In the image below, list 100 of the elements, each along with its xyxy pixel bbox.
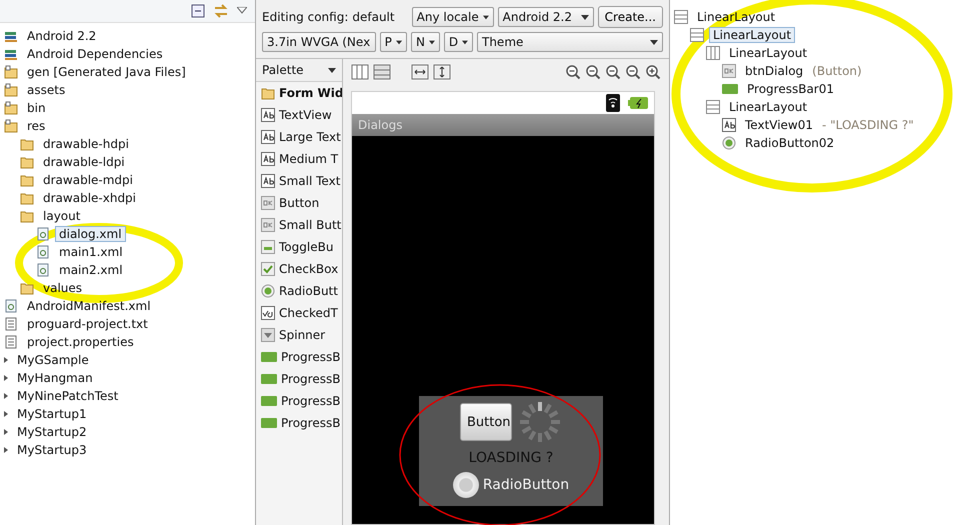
- outline-item[interactable]: ProgressBar01: [743, 81, 838, 97]
- zoom-actual-icon[interactable]: [605, 64, 621, 80]
- text-file-icon: [4, 317, 18, 331]
- text-file-icon: [4, 335, 18, 349]
- outline-item[interactable]: btnDialog: [741, 63, 808, 79]
- tree-item[interactable]: drawable-hdpi: [39, 136, 133, 152]
- tree-item[interactable]: AndroidManifest.xml: [23, 298, 155, 314]
- vertical-layout-icon: [706, 100, 720, 114]
- palette-item[interactable]: CheckedT: [279, 306, 338, 320]
- package-folder-icon: [4, 83, 18, 97]
- vertical-layout-icon: [690, 28, 704, 42]
- zoom-out-icon[interactable]: [625, 64, 641, 80]
- dialog-button[interactable]: Button: [460, 403, 512, 441]
- dropdown-caret-icon: [462, 40, 468, 44]
- palette-item[interactable]: Small Text: [279, 174, 340, 188]
- tree-item[interactable]: Android Dependencies: [23, 46, 167, 62]
- palette-item[interactable]: ProgressB: [281, 372, 340, 386]
- progress-widget-icon: [261, 418, 277, 428]
- dropdown-caret-icon: [396, 40, 402, 44]
- palette-item[interactable]: ProgressB: [281, 394, 340, 408]
- progress-widget-icon: [722, 84, 738, 94]
- dropdown[interactable]: Android 2.2: [498, 7, 594, 27]
- palette-item[interactable]: Spinner: [279, 328, 326, 342]
- tree-item[interactable]: layout: [39, 208, 84, 224]
- text-widget-icon: [261, 130, 275, 144]
- tree-item[interactable]: MyStartup2: [13, 424, 91, 440]
- dropdown-caret-icon: [328, 68, 336, 72]
- books-icon: [4, 47, 18, 61]
- tree-item[interactable]: MyNinePatchTest: [13, 388, 122, 404]
- dropdown-caret-icon: [650, 40, 658, 44]
- text-widget-icon: [261, 174, 275, 188]
- outline-item[interactable]: RadioButton02: [741, 135, 838, 151]
- dropdown[interactable]: P: [380, 32, 407, 52]
- loading-text: LOASDING ?: [468, 450, 554, 466]
- radio-button[interactable]: [452, 472, 479, 498]
- tree-item[interactable]: MyHangman: [13, 370, 97, 386]
- tree-item[interactable]: project.properties: [23, 334, 138, 350]
- outline-item[interactable]: TextView01: [741, 117, 818, 133]
- tree-item[interactable]: res: [23, 118, 50, 134]
- button-widget-icon: [261, 218, 275, 232]
- outline-item-detail: - "LOASDING ?": [822, 118, 914, 132]
- progress-widget-icon: [261, 352, 277, 362]
- checkbox-widget-icon: [261, 262, 275, 276]
- tree-item[interactable]: main1.xml: [55, 244, 127, 260]
- palette-item[interactable]: Small Butt: [279, 218, 342, 232]
- palette-item[interactable]: TextView: [279, 108, 332, 122]
- radio-label: RadioButton: [482, 477, 570, 493]
- palette-item[interactable]: Button: [279, 196, 320, 210]
- columns-icon[interactable]: [351, 64, 369, 80]
- outline-item[interactable]: LinearLayout: [725, 45, 812, 61]
- tree-item[interactable]: drawable-mdpi: [39, 172, 137, 188]
- package-folder-icon: [4, 65, 18, 79]
- palette-item[interactable]: CheckBox: [279, 262, 338, 276]
- folder-icon: [20, 137, 34, 151]
- tree-item[interactable]: proguard-project.txt: [23, 316, 152, 332]
- dropdown[interactable]: Any locale: [412, 7, 494, 27]
- spinner-widget-icon: [261, 328, 275, 342]
- progress-widget-icon: [261, 374, 277, 384]
- outline-item-detail: (Button): [812, 64, 862, 78]
- dropdown[interactable]: Theme: [477, 32, 663, 52]
- view-menu-icon[interactable]: [237, 7, 247, 15]
- outline-item[interactable]: LinearLayout: [725, 99, 812, 115]
- horizontal-resize-icon[interactable]: [411, 64, 429, 80]
- tree-item[interactable]: gen [Generated Java Files]: [23, 64, 190, 80]
- rows-icon[interactable]: [373, 64, 391, 80]
- palette-item[interactable]: ToggleBu: [279, 240, 334, 254]
- tree-item[interactable]: dialog.xml: [55, 226, 126, 242]
- radio-widget-icon: [261, 284, 275, 298]
- tree-item[interactable]: drawable-xhdpi: [39, 190, 140, 206]
- outline-item[interactable]: LinearLayout: [709, 27, 796, 43]
- horizontal-layout-icon: [706, 46, 720, 60]
- tree-item[interactable]: drawable-ldpi: [39, 154, 129, 170]
- dropdown[interactable]: N: [410, 32, 440, 52]
- tree-item[interactable]: main2.xml: [55, 262, 127, 278]
- tree-item[interactable]: bin: [23, 100, 50, 116]
- button-widget-icon: [722, 64, 736, 78]
- tree-item[interactable]: Android 2.2: [23, 28, 100, 44]
- palette-item[interactable]: RadioButt: [279, 284, 338, 298]
- dropdown[interactable]: D: [444, 32, 473, 52]
- create-button[interactable]: Create...: [598, 6, 663, 28]
- zoom-fit-icon[interactable]: [565, 64, 581, 80]
- folder-icon: [261, 86, 275, 100]
- zoom-real-icon[interactable]: [585, 64, 601, 80]
- tree-item[interactable]: assets: [23, 82, 70, 98]
- radio-widget-icon: [722, 136, 736, 150]
- palette-item[interactable]: ProgressB: [281, 416, 340, 430]
- zoom-in-icon[interactable]: [645, 64, 661, 80]
- tree-item[interactable]: MyStartup1: [13, 406, 91, 422]
- collapse-all-icon[interactable]: [191, 4, 205, 18]
- package-folder-icon: [4, 101, 18, 115]
- text-widget-icon: [261, 152, 275, 166]
- tree-item[interactable]: MyGSample: [13, 352, 93, 368]
- folder-icon: [20, 209, 34, 223]
- tree-item[interactable]: MyStartup3: [13, 442, 91, 458]
- palette-item[interactable]: ProgressB: [281, 350, 340, 364]
- palette-item[interactable]: Large Text: [279, 130, 341, 144]
- dropdown[interactable]: 3.7in WVGA (Nex: [262, 32, 376, 52]
- vertical-resize-icon[interactable]: [433, 64, 451, 80]
- palette-item[interactable]: Medium T: [279, 152, 338, 166]
- text-widget-icon: [261, 108, 275, 122]
